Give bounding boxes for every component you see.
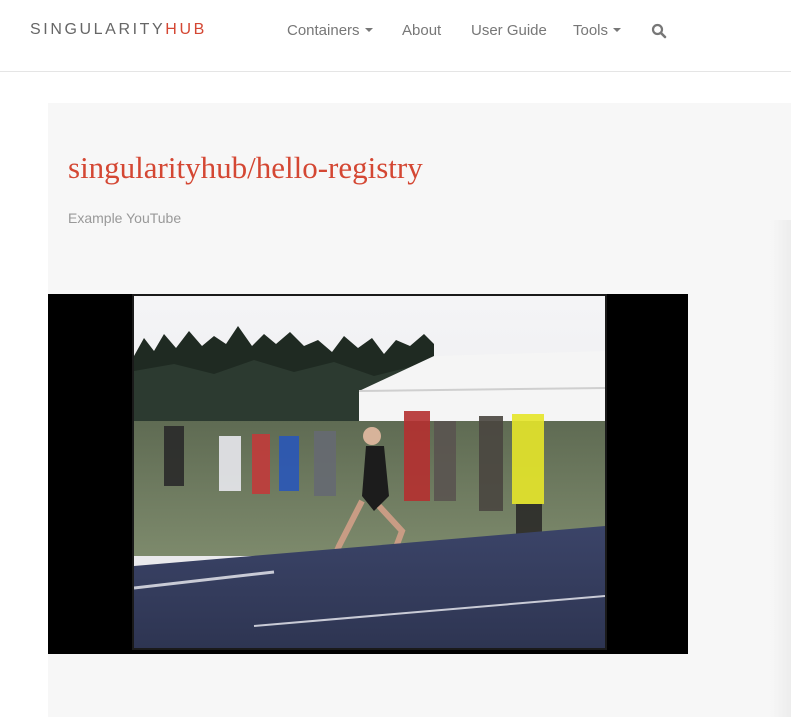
brand-part-2: HUB (165, 21, 207, 38)
video-frame (132, 294, 607, 650)
navbar: SINGULARITYHUB Containers About User Gui… (0, 0, 791, 72)
video-frame-image (134, 296, 605, 648)
side-shadow (770, 220, 791, 717)
nav-tools-label: Tools (573, 22, 609, 39)
nav-containers-label: Containers (287, 22, 360, 39)
nav-about[interactable]: About (402, 22, 441, 39)
nav-about-label: About (402, 22, 442, 39)
page-title: singularityhub/hello-registry (68, 150, 423, 185)
caret-down-icon (364, 28, 373, 33)
caret-down-icon (613, 28, 622, 33)
nav-user-guide-label: User Guide (471, 22, 547, 39)
video-player[interactable] (48, 294, 688, 654)
brand-logo[interactable]: SINGULARITYHUB (30, 21, 207, 39)
nav-containers[interactable]: Containers (287, 22, 373, 39)
brand-part-1: SINGULARITY (30, 21, 166, 38)
nav-tools[interactable]: Tools (573, 22, 622, 39)
search-icon[interactable] (651, 23, 667, 39)
nav-user-guide[interactable]: User Guide (471, 22, 547, 39)
page-subtitle: Example YouTube (68, 210, 182, 226)
